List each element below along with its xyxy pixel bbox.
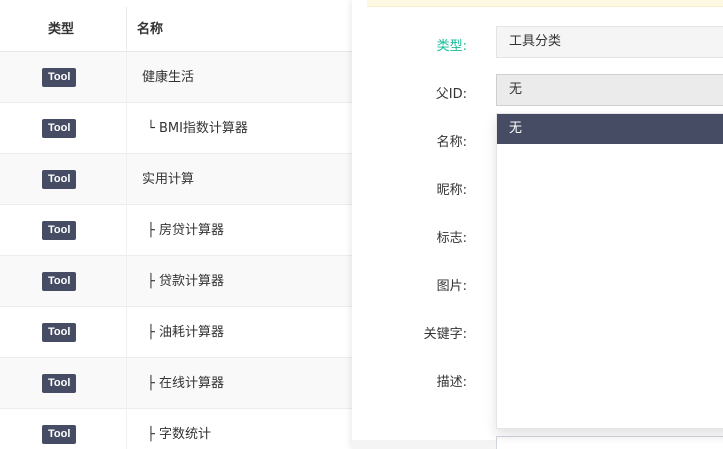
table-row[interactable]: Tool ├ 贷款计算器 [0, 256, 352, 307]
type-badge: Tool [42, 221, 77, 240]
row-name: ├ 在线计算器 [147, 376, 224, 391]
type-badge: Tool [42, 119, 77, 138]
pid-select[interactable]: 无 [496, 74, 723, 106]
next-field-input[interactable] [496, 436, 723, 449]
label-pid: 父ID: [435, 87, 467, 102]
table-row[interactable]: Tool ├ 在线计算器 [0, 358, 352, 409]
row-name: ├ 字数统计 [147, 427, 211, 442]
row-name: ├ 贷款计算器 [147, 274, 224, 289]
column-header-type[interactable]: 类型 [0, 7, 126, 52]
edit-form-panel: 类型: 工具分类 父ID: 无 名称: 昵称: 标志: 图片: 关键字: 描述:… [352, 0, 723, 449]
column-divider [126, 7, 127, 52]
label-type: 类型: [436, 39, 467, 54]
type-badge: Tool [42, 374, 77, 393]
category-table: 类型 名称 Tool 健康生活 Tool └ BMI指数计算器 Tool 实用计… [0, 0, 352, 449]
label-name: 名称: [436, 135, 467, 150]
label-description: 描述: [436, 375, 467, 390]
table-row[interactable]: Tool 健康生活 [0, 52, 352, 103]
notice-bar [367, 0, 723, 7]
row-name: ├ 油耗计算器 [147, 325, 224, 340]
label-image: 图片: [436, 279, 467, 294]
row-name: ├ 房贷计算器 [147, 223, 224, 238]
row-name: └ BMI指数计算器 [147, 121, 248, 136]
table-header: 类型 名称 [0, 7, 352, 52]
type-badge: Tool [42, 68, 77, 87]
type-badge: Tool [42, 323, 77, 342]
row-name: 健康生活 [142, 70, 195, 85]
row-name: 实用计算 [142, 172, 195, 187]
column-header-name[interactable]: 名称 [137, 7, 163, 52]
label-nickname: 昵称: [436, 183, 467, 198]
table-row[interactable]: Tool 实用计算 [0, 154, 352, 205]
column-divider [126, 52, 127, 449]
type-badge: Tool [42, 272, 77, 291]
table-row[interactable]: Tool ├ 油耗计算器 [0, 307, 352, 358]
form-footer-strip [352, 440, 496, 449]
pid-dropdown-menu: 无 [496, 113, 723, 429]
type-select[interactable]: 工具分类 [496, 26, 723, 58]
label-flag: 标志: [436, 231, 467, 246]
type-badge: Tool [42, 425, 77, 444]
table-row[interactable]: Tool └ BMI指数计算器 [0, 103, 352, 154]
label-keywords: 关键字: [423, 327, 467, 342]
table-row[interactable]: Tool ├ 字数统计 [0, 409, 352, 449]
pid-option-selected[interactable]: 无 [497, 114, 723, 144]
type-badge: Tool [42, 170, 77, 189]
table-row[interactable]: Tool ├ 房贷计算器 [0, 205, 352, 256]
